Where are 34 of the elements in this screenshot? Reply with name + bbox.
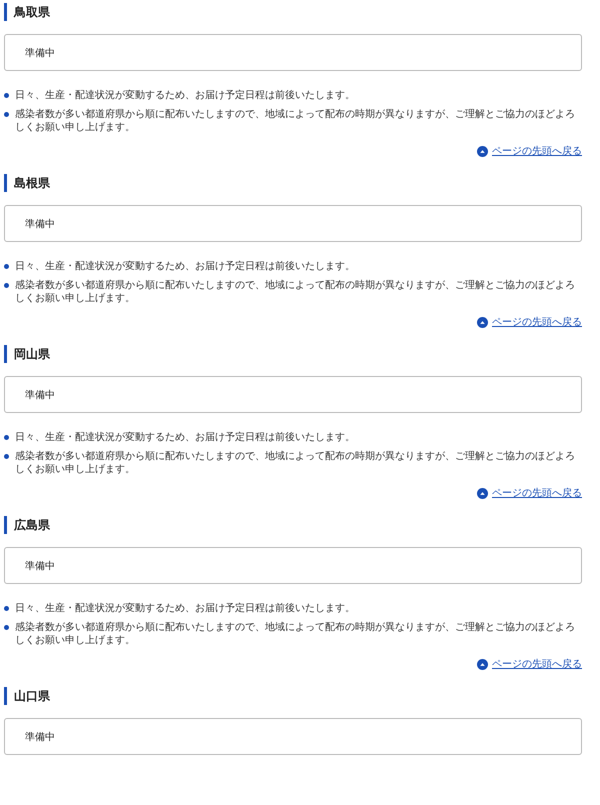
- bullet-icon: [4, 283, 9, 288]
- section-heading: 山口県: [4, 687, 582, 705]
- note-text: 感染者数が多い都道府県から順に配布いたしますので、地域によって配布の時期が異なりますが、ご理解とご協力のほどよろしくお願い申し上げます。: [15, 621, 576, 647]
- note-text: 感染者数が多い都道府県から順に配布いたしますので、地域によって配布の時期が異なりますが、ご理解とご協力のほどよろしくお願い申し上げます。: [15, 279, 576, 305]
- bullet-icon: [4, 264, 9, 269]
- arrow-up-icon: [477, 316, 488, 328]
- status-text: 準備中: [25, 560, 55, 572]
- bullet-icon: [4, 606, 9, 611]
- bullet-icon: [4, 625, 9, 630]
- arrow-up-icon: [477, 146, 488, 156]
- note-text: 日々、生産・配達状況が変動するため、お届け予定日程は前後いたします。: [15, 89, 355, 102]
- back-to-top-link[interactable]: ページの先頭へ戻る: [492, 486, 582, 500]
- note-text: 日々、生産・配達状況が変動するため、お届け予定日程は前後いたします。: [15, 602, 355, 615]
- back-to-top-link[interactable]: ページの先頭へ戻る: [492, 657, 582, 671]
- section-heading: 鳥取県: [4, 3, 582, 21]
- bullet-icon: [4, 454, 9, 459]
- back-to-top-link[interactable]: ページの先頭へ戻る: [492, 144, 582, 158]
- back-to-top-link[interactable]: ページの先頭へ戻る: [492, 315, 582, 329]
- arrow-up-icon: [477, 658, 488, 670]
- section-heading: 岡山県: [4, 345, 582, 363]
- note-text: 感染者数が多い都道府県から順に配布いたしますので、地域によって配布の時期が異なりますが、ご理解とご協力のほどよろしくお願い申し上げます。: [15, 450, 576, 476]
- arrow-up-icon: [477, 488, 488, 498]
- bullet-icon: [4, 93, 9, 98]
- status-text: 準備中: [25, 388, 55, 402]
- status-text: 準備中: [25, 218, 55, 230]
- section-heading: 島根県: [4, 174, 582, 192]
- bullet-icon: [4, 112, 9, 117]
- note-text: 日々、生産・配達状況が変動するため、お届け予定日程は前後いたします。: [15, 431, 355, 444]
- status-text: 準備中: [25, 46, 55, 60]
- status-text: 準備中: [25, 730, 55, 744]
- note-text: 感染者数が多い都道府県から順に配布いたしますので、地域によって配布の時期が異なりますが、ご理解とご協力のほどよろしくお願い申し上げます。: [15, 108, 576, 134]
- bullet-icon: [4, 435, 9, 440]
- section-heading: 広島県: [4, 516, 582, 534]
- note-text: 日々、生産・配達状況が変動するため、お届け予定日程は前後いたします。: [15, 260, 355, 273]
